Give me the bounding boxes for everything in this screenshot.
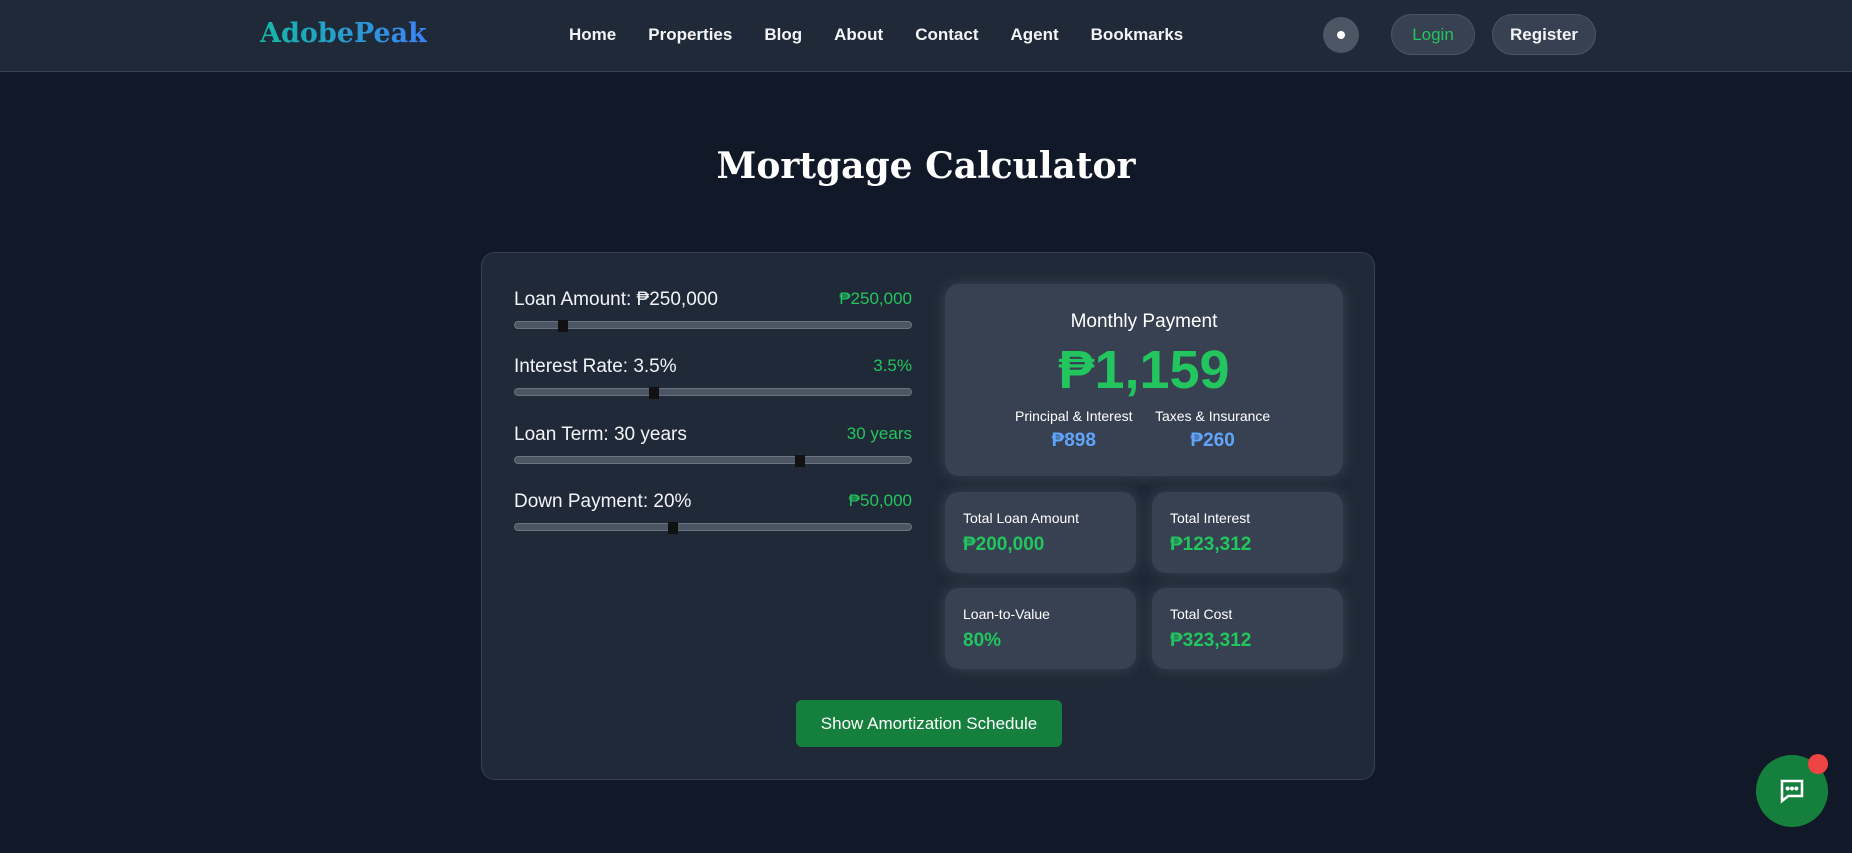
slider-thumb[interactable] (648, 387, 659, 399)
navbar: AdobePeak Home Properties Blog About Con… (0, 0, 1852, 72)
nav-about[interactable]: About (834, 25, 883, 45)
login-button[interactable]: Login (1391, 14, 1475, 55)
stat-total-cost: Total Cost ₱323,312 (1152, 588, 1343, 669)
nav-properties[interactable]: Properties (648, 25, 732, 45)
slider-value: 3.5% (873, 356, 912, 375)
taxes-insurance: Taxes & Insurance ₱260 (1155, 408, 1270, 452)
stat-value: ₱200,000 (963, 534, 1045, 555)
nav-links: Home Properties Blog About Contact Agent… (569, 25, 1183, 45)
stat-value: 80% (963, 630, 1002, 651)
ti-value: ₱260 (1190, 430, 1235, 451)
nav-contact[interactable]: Contact (915, 25, 978, 45)
calculator-card: Loan Amount: ₱250,000 ₱250,000 Interest … (481, 252, 1375, 780)
slider-label: Interest Rate: 3.5% (514, 356, 677, 377)
down-payment-slider[interactable] (514, 522, 912, 534)
loan-amount-slider[interactable] (514, 320, 912, 332)
nav-blog[interactable]: Blog (764, 25, 802, 45)
monthly-payment-panel: Monthly Payment ₱1,159 Principal & Inter… (945, 284, 1343, 476)
theme-dot-icon (1337, 31, 1345, 39)
notification-dot (1808, 754, 1828, 774)
monthly-payment-amount: ₱1,159 (1058, 340, 1230, 400)
slider-label: Loan Amount: ₱250,000 (514, 289, 718, 310)
nav-bookmarks[interactable]: Bookmarks (1091, 25, 1184, 45)
nav-agent[interactable]: Agent (1010, 25, 1058, 45)
show-amortization-button[interactable]: Show Amortization Schedule (796, 700, 1062, 747)
pi-value: ₱898 (1051, 430, 1096, 451)
stat-label: Total Interest (1170, 510, 1251, 526)
page-title: Mortgage Calculator (716, 145, 1136, 187)
stat-value: ₱123,312 (1170, 534, 1252, 555)
principal-interest: Principal & Interest ₱898 (1015, 408, 1133, 452)
slider-value: ₱50,000 (848, 491, 912, 510)
interest-rate-slider[interactable] (514, 387, 912, 399)
slider-label: Down Payment: 20% (514, 491, 692, 512)
slider-thumb[interactable] (795, 455, 806, 467)
logo[interactable]: AdobePeak (260, 18, 427, 49)
chat-icon (1780, 779, 1804, 804)
pi-label: Principal & Interest (1015, 408, 1133, 424)
slider-thumb[interactable] (668, 522, 679, 534)
stat-value: ₱323,312 (1170, 630, 1252, 651)
stat-label: Loan-to-Value (963, 606, 1050, 622)
theme-toggle[interactable] (1323, 17, 1359, 53)
monthly-payment-title: Monthly Payment (1070, 311, 1218, 332)
ti-label: Taxes & Insurance (1155, 408, 1271, 424)
stat-total-interest: Total Interest ₱123,312 (1152, 492, 1343, 573)
slider-thumb[interactable] (557, 320, 568, 332)
loan-term-slider[interactable] (514, 455, 912, 467)
slider-value: ₱250,000 (839, 289, 912, 308)
slider-value: 30 years (846, 424, 912, 443)
stat-label: Total Cost (1170, 606, 1233, 622)
register-button[interactable]: Register (1492, 14, 1596, 55)
nav-home[interactable]: Home (569, 25, 616, 45)
slider-label: Loan Term: 30 years (514, 424, 687, 445)
stat-ltv: Loan-to-Value 80% (945, 588, 1136, 669)
stat-total-loan: Total Loan Amount ₱200,000 (945, 492, 1136, 573)
stat-label: Total Loan Amount (963, 510, 1079, 526)
